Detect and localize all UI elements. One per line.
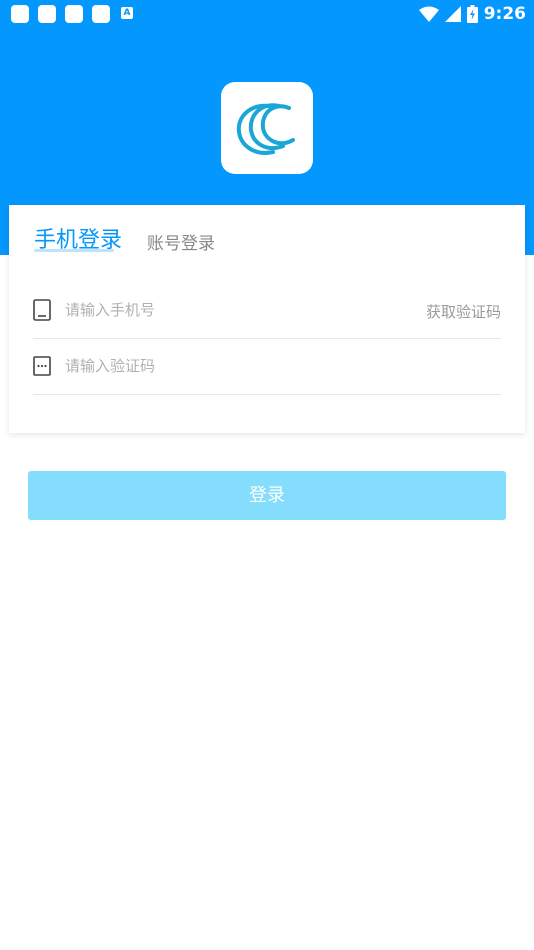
login-button[interactable]: 登录 [28, 471, 506, 520]
message-code-icon [33, 356, 51, 376]
app-notification-icon [38, 5, 56, 23]
app-notification-icon [11, 5, 29, 23]
get-code-button[interactable]: 获取验证码 [426, 301, 501, 322]
clock: 9:26 [483, 4, 526, 24]
phone-icon [33, 299, 51, 321]
code-field [33, 339, 501, 395]
phone-field: 获取验证码 [33, 283, 501, 339]
login-card: 手机登录 账号登录 获取验证码 [9, 205, 525, 433]
app-notification-icon [65, 5, 83, 23]
app-logo [221, 82, 313, 174]
wifi-icon [418, 6, 439, 22]
signal-icon [444, 6, 461, 22]
battery-charging-icon [466, 5, 478, 23]
status-bar: A 9:26 [0, 0, 534, 28]
phone-input[interactable] [65, 298, 395, 322]
tab-active-indicator [34, 249, 114, 252]
a-letter-notification-icon: A [121, 7, 133, 19]
code-input[interactable] [65, 354, 395, 378]
app-notification-icon [92, 5, 110, 23]
tab-account-login[interactable]: 账号登录 [147, 229, 215, 254]
wave-logo-icon [236, 103, 295, 155]
